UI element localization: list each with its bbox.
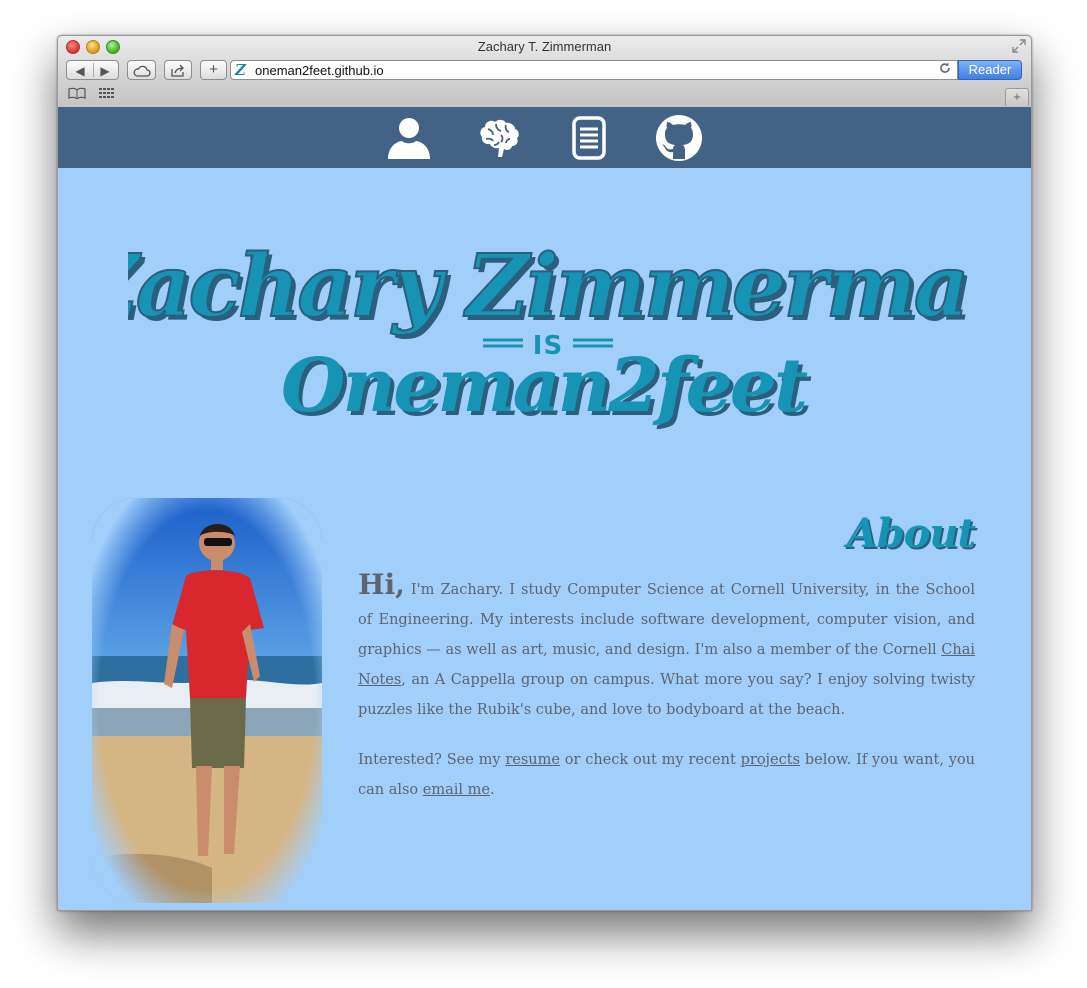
about-text: Hi, I'm Zachary. I study Computer Scienc… — [358, 570, 975, 805]
share-icon — [171, 64, 184, 77]
cloud-icon — [133, 65, 151, 77]
logo-connector-text: IS — [533, 331, 563, 361]
reload-icon[interactable] — [939, 62, 951, 77]
github-icon[interactable] — [656, 115, 702, 161]
reader-button[interactable]: Reader — [958, 60, 1022, 80]
add-bookmark-button[interactable]: + — [200, 60, 227, 80]
brain-icon[interactable] — [476, 115, 522, 161]
logo-line1: Zachary Zimmerman — [128, 236, 968, 337]
icloud-tabs-button[interactable] — [127, 60, 156, 80]
about-text-part: I'm Zachary. I study Computer Science at… — [358, 582, 975, 658]
back-arrow-icon[interactable]: ◀ — [68, 61, 93, 81]
back-forward-group: ◀ ▶ — [66, 60, 119, 80]
about-heading: About — [846, 510, 976, 557]
divider — [93, 63, 94, 77]
document-icon[interactable] — [566, 115, 612, 161]
browser-window: Zachary T. Zimmerman ◀ ▶ + Z oneman2feet.… — [57, 35, 1032, 911]
url-text[interactable]: oneman2feet.github.io — [255, 63, 384, 78]
bookmarks-bar: + — [58, 85, 1031, 107]
address-bar[interactable]: Z oneman2feet.github.io — [230, 60, 958, 80]
new-tab-button[interactable]: + — [1005, 88, 1029, 106]
beach-photo-image — [92, 498, 322, 903]
email-link[interactable]: email me — [423, 782, 490, 798]
site-navbar — [58, 107, 1031, 168]
resume-link[interactable]: resume — [505, 752, 560, 768]
fullscreen-icon[interactable] — [1012, 39, 1026, 53]
page-content: Zachary Zimmerman Zachary Zimmerman Onem… — [58, 168, 1031, 910]
window-title: Zachary T. Zimmerman — [477, 39, 612, 54]
top-sites-icon[interactable] — [99, 87, 115, 102]
reading-list-icon[interactable] — [68, 87, 86, 102]
profile-photo — [92, 498, 322, 903]
person-icon[interactable] — [386, 115, 432, 161]
title-bar: Zachary T. Zimmerman — [58, 36, 1031, 58]
share-button[interactable] — [164, 60, 192, 80]
toolbar: ◀ ▶ + Z oneman2feet.github.io Reader — [58, 58, 1031, 85]
projects-link[interactable]: projects — [741, 752, 800, 768]
about-text-part: . — [489, 782, 495, 798]
site-favicon: Z — [235, 61, 246, 79]
about-paragraph-2: Interested? See my resume or check out m… — [358, 745, 975, 805]
about-text-part: , an A Cappella group on campus. What mo… — [358, 672, 975, 718]
about-paragraph-1: Hi, I'm Zachary. I study Computer Scienc… — [358, 570, 975, 725]
forward-arrow-icon[interactable]: ▶ — [93, 61, 118, 81]
about-text-part: or check out my recent — [559, 752, 741, 768]
about-text-part: Interested? See my — [358, 752, 506, 768]
hi-greeting: Hi, — [358, 568, 405, 601]
browser-chrome: Zachary T. Zimmerman ◀ ▶ + Z oneman2feet.… — [58, 36, 1031, 108]
site-logo: Zachary Zimmerman Zachary Zimmerman Onem… — [128, 235, 968, 433]
